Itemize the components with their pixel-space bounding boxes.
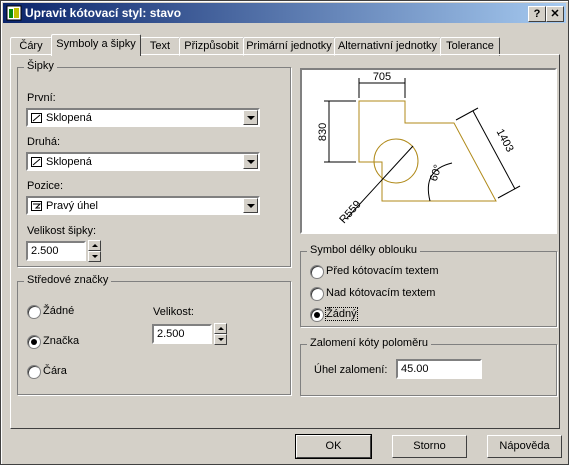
second-arrow-combo[interactable]: Sklopená xyxy=(26,152,260,171)
chevron-down-icon[interactable] xyxy=(243,198,258,213)
first-arrow-combo[interactable]: Sklopená xyxy=(26,108,260,127)
arrow-size-label: Velikost šipky: xyxy=(27,225,97,237)
app-icon xyxy=(6,5,22,21)
radius-jog-group-title: Zalomení kóty poloměru xyxy=(307,337,431,349)
arrow-size-input[interactable]: 2.500 xyxy=(26,241,86,261)
center-mark-line-radio[interactable] xyxy=(27,365,41,379)
second-arrow-value: Sklopená xyxy=(46,156,92,168)
center-marks-group-title: Středové značky xyxy=(24,274,112,286)
close-button[interactable]: ✕ xyxy=(546,6,564,22)
right-angle-arrow-icon xyxy=(31,201,42,211)
jog-angle-input[interactable]: 45.00 xyxy=(396,359,482,379)
second-arrow-label: Druhá: xyxy=(27,136,61,148)
dim-top: 705 xyxy=(373,71,391,83)
oblique-arrow-icon xyxy=(31,113,42,123)
spin-down-icon[interactable] xyxy=(214,334,227,345)
spin-up-icon[interactable] xyxy=(214,323,227,334)
dim-left: 830 xyxy=(317,123,329,141)
arc-length-group-title: Symbol délky oblouku xyxy=(307,244,421,256)
dim-right: 1403 xyxy=(494,127,516,154)
spin-down-icon[interactable] xyxy=(88,251,101,262)
chevron-down-icon[interactable] xyxy=(243,154,258,169)
leader-arrow-value: Pravý úhel xyxy=(46,200,98,212)
help-button[interactable]: Nápověda xyxy=(487,435,562,458)
help-title-button[interactable]: ? xyxy=(528,6,546,22)
center-mark-none-radio[interactable] xyxy=(27,305,41,319)
leader-arrow-combo[interactable]: Pravý úhel xyxy=(26,196,260,215)
chevron-down-icon[interactable] xyxy=(243,110,258,125)
dim-angle: 60° xyxy=(428,163,445,183)
first-arrow-label: První: xyxy=(27,92,56,104)
center-mark-size-label: Velikost: xyxy=(153,306,194,318)
ok-button[interactable]: OK xyxy=(295,434,372,459)
arc-none-radio[interactable] xyxy=(310,308,324,322)
arc-none-label[interactable]: Žádný xyxy=(325,307,358,321)
window-title: Upravit kótovací styl: stavo xyxy=(25,6,182,20)
center-mark-size-spinner[interactable] xyxy=(214,323,227,345)
preview-drawing: 705 830 1403 60° R559 xyxy=(317,71,521,226)
first-arrow-value: Sklopená xyxy=(46,112,92,124)
center-mark-none-label[interactable]: Žádné xyxy=(43,305,74,317)
center-mark-mark-radio[interactable] xyxy=(27,335,41,349)
arrowheads-group-title: Šipky xyxy=(24,60,57,72)
leader-arrow-label: Pozice: xyxy=(27,180,64,192)
arc-before-radio[interactable] xyxy=(310,265,324,279)
dialog: Upravit kótovací styl: stavo ? ✕ Čáry Sy… xyxy=(0,0,569,465)
oblique-arrow-icon xyxy=(31,157,42,167)
arrow-size-spinner[interactable] xyxy=(88,240,101,262)
center-mark-line-label[interactable]: Čára xyxy=(43,365,67,377)
dimension-preview: 705 830 1403 60° R559 xyxy=(300,68,557,234)
arc-before-label[interactable]: Před kótovacím textem xyxy=(326,265,439,277)
dim-radius: R559 xyxy=(337,198,364,226)
tab-symbols-arrows[interactable]: Symboly a šipky xyxy=(51,34,141,56)
center-mark-mark-label[interactable]: Značka xyxy=(43,335,79,347)
title-bar: Upravit kótovací styl: stavo ? ✕ xyxy=(3,3,566,23)
arc-above-label[interactable]: Nad kótovacím textem xyxy=(326,287,435,299)
center-mark-size-input[interactable]: 2.500 xyxy=(152,324,212,344)
jog-angle-label: Úhel zalomení: xyxy=(314,364,388,376)
spin-up-icon[interactable] xyxy=(88,240,101,251)
cancel-button[interactable]: Storno xyxy=(392,435,467,458)
arc-above-radio[interactable] xyxy=(310,287,324,301)
